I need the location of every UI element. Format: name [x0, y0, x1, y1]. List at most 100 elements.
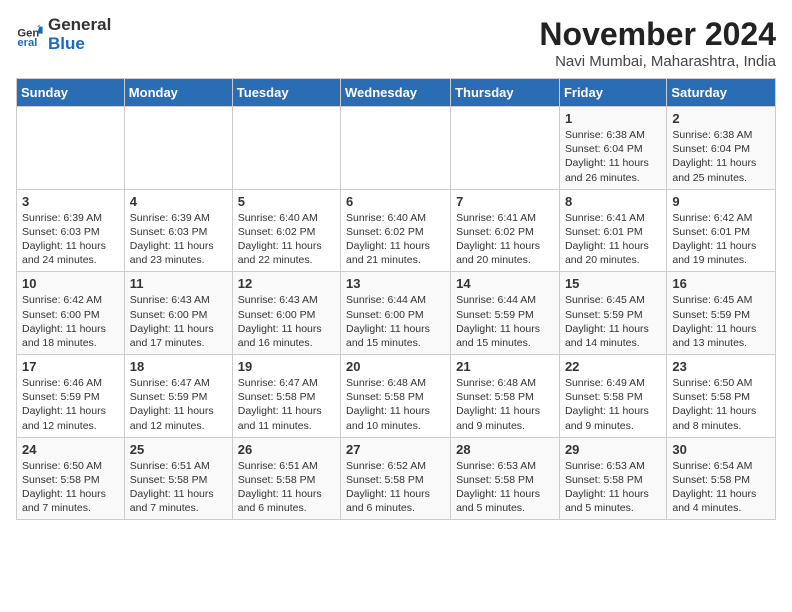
- day-number: 8: [565, 194, 661, 209]
- calendar-cell: 5Sunrise: 6:40 AMSunset: 6:02 PMDaylight…: [232, 189, 340, 272]
- calendar-header-row: SundayMondayTuesdayWednesdayThursdayFrid…: [17, 79, 776, 107]
- day-info: Sunrise: 6:54 AM: [672, 459, 770, 473]
- calendar-cell: 1Sunrise: 6:38 AMSunset: 6:04 PMDaylight…: [559, 107, 666, 190]
- calendar-cell: 27Sunrise: 6:52 AMSunset: 5:58 PMDayligh…: [341, 437, 451, 520]
- logo: Gen eral General Blue: [16, 16, 111, 53]
- calendar-cell: 15Sunrise: 6:45 AMSunset: 5:59 PMDayligh…: [559, 272, 666, 355]
- calendar-cell: 24Sunrise: 6:50 AMSunset: 5:58 PMDayligh…: [17, 437, 125, 520]
- day-info: Sunrise: 6:38 AM: [565, 128, 661, 142]
- day-info: Daylight: 11 hours and 5 minutes.: [456, 487, 554, 515]
- day-info: Daylight: 11 hours and 20 minutes.: [565, 239, 661, 267]
- logo-text-blue: Blue: [48, 35, 111, 54]
- day-info: Sunset: 5:58 PM: [456, 473, 554, 487]
- day-number: 18: [130, 359, 227, 374]
- day-info: Daylight: 11 hours and 12 minutes.: [130, 404, 227, 432]
- day-info: Daylight: 11 hours and 5 minutes.: [565, 487, 661, 515]
- day-info: Daylight: 11 hours and 26 minutes.: [565, 156, 661, 184]
- day-info: Sunset: 6:03 PM: [130, 225, 227, 239]
- day-number: 11: [130, 276, 227, 291]
- day-info: Sunset: 6:01 PM: [672, 225, 770, 239]
- calendar-cell: 16Sunrise: 6:45 AMSunset: 5:59 PMDayligh…: [667, 272, 776, 355]
- calendar-cell: [232, 107, 340, 190]
- day-number: 28: [456, 442, 554, 457]
- day-info: Sunset: 5:58 PM: [672, 473, 770, 487]
- day-info: Sunset: 5:59 PM: [22, 390, 119, 404]
- header-day-friday: Friday: [559, 79, 666, 107]
- day-info: Sunrise: 6:42 AM: [22, 293, 119, 307]
- day-info: Sunset: 6:02 PM: [456, 225, 554, 239]
- day-info: Sunrise: 6:47 AM: [130, 376, 227, 390]
- day-info: Sunset: 6:00 PM: [346, 308, 445, 322]
- calendar-cell: 21Sunrise: 6:48 AMSunset: 5:58 PMDayligh…: [451, 355, 560, 438]
- day-info: Sunrise: 6:45 AM: [672, 293, 770, 307]
- day-number: 3: [22, 194, 119, 209]
- day-number: 15: [565, 276, 661, 291]
- day-info: Daylight: 11 hours and 16 minutes.: [238, 322, 335, 350]
- day-number: 4: [130, 194, 227, 209]
- day-info: Daylight: 11 hours and 10 minutes.: [346, 404, 445, 432]
- calendar-cell: 8Sunrise: 6:41 AMSunset: 6:01 PMDaylight…: [559, 189, 666, 272]
- day-info: Sunrise: 6:48 AM: [456, 376, 554, 390]
- day-info: Daylight: 11 hours and 8 minutes.: [672, 404, 770, 432]
- day-info: Sunset: 6:04 PM: [672, 142, 770, 156]
- calendar-cell: 12 Sunrise: 6:43 AMSunset: 6:00 PMDayligh…: [232, 272, 340, 355]
- day-number: 10: [22, 276, 119, 291]
- day-info: Daylight: 11 hours and 25 minutes.: [672, 156, 770, 184]
- day-info: Sunrise: 6:43 AM: [238, 293, 335, 307]
- calendar-table: SundayMondayTuesdayWednesdayThursdayFrid…: [16, 78, 776, 520]
- day-info: Sunset: 6:02 PM: [238, 225, 335, 239]
- day-info: Sunrise: 6:50 AM: [22, 459, 119, 473]
- calendar-cell: [124, 107, 232, 190]
- calendar-week-4: 17Sunrise: 6:46 AMSunset: 5:59 PMDayligh…: [17, 355, 776, 438]
- calendar-cell: 9Sunrise: 6:42 AMSunset: 6:01 PMDaylight…: [667, 189, 776, 272]
- calendar-cell: 18 Sunrise: 6:47 AMSunset: 5:59 PMDayligh…: [124, 355, 232, 438]
- day-info: Sunset: 5:58 PM: [565, 390, 661, 404]
- day-info: Sunset: 6:00 PM: [238, 308, 335, 322]
- calendar-cell: 30Sunrise: 6:54 AMSunset: 5:58 PMDayligh…: [667, 437, 776, 520]
- day-info: Sunset: 5:58 PM: [565, 473, 661, 487]
- calendar-cell: 10Sunrise: 6:42 AMSunset: 6:00 PMDayligh…: [17, 272, 125, 355]
- calendar-cell: 26Sunrise: 6:51 AMSunset: 5:58 PMDayligh…: [232, 437, 340, 520]
- day-info: Sunset: 5:59 PM: [565, 308, 661, 322]
- day-info: Sunset: 5:59 PM: [130, 390, 227, 404]
- day-info: Sunrise: 6:52 AM: [346, 459, 445, 473]
- day-info: Sunrise: 6:47 AM: [238, 376, 335, 390]
- day-number: 21: [456, 359, 554, 374]
- day-info: Sunrise: 6:51 AM: [238, 459, 335, 473]
- day-info: Daylight: 11 hours and 20 minutes.: [456, 239, 554, 267]
- header-day-thursday: Thursday: [451, 79, 560, 107]
- day-info: Daylight: 11 hours and 17 minutes.: [130, 322, 227, 350]
- day-number: 26: [238, 442, 335, 457]
- calendar-subtitle: Navi Mumbai, Maharashtra, India: [539, 53, 776, 70]
- calendar-cell: 29Sunrise: 6:53 AMSunset: 5:58 PMDayligh…: [559, 437, 666, 520]
- day-info: Daylight: 11 hours and 21 minutes.: [346, 239, 445, 267]
- logo-icon: Gen eral: [16, 21, 44, 49]
- day-info: Sunrise: 6:41 AM: [456, 211, 554, 225]
- day-number: 14: [456, 276, 554, 291]
- calendar-cell: 13Sunrise: 6:44 AMSunset: 6:00 PMDayligh…: [341, 272, 451, 355]
- day-info: Daylight: 11 hours and 24 minutes.: [22, 239, 119, 267]
- day-number: 20: [346, 359, 445, 374]
- day-info: Sunrise: 6:44 AM: [456, 293, 554, 307]
- day-number: 5: [238, 194, 335, 209]
- calendar-cell: [451, 107, 560, 190]
- calendar-title: November 2024: [539, 16, 776, 53]
- day-info: Sunrise: 6:49 AM: [565, 376, 661, 390]
- calendar-body: 1Sunrise: 6:38 AMSunset: 6:04 PMDaylight…: [17, 107, 776, 520]
- calendar-cell: 3Sunrise: 6:39 AMSunset: 6:03 PMDaylight…: [17, 189, 125, 272]
- day-info: Daylight: 11 hours and 4 minutes.: [672, 487, 770, 515]
- day-info: Daylight: 11 hours and 13 minutes.: [672, 322, 770, 350]
- calendar-cell: 20Sunrise: 6:48 AMSunset: 5:58 PMDayligh…: [341, 355, 451, 438]
- calendar-week-3: 10Sunrise: 6:42 AMSunset: 6:00 PMDayligh…: [17, 272, 776, 355]
- day-number: 12: [238, 276, 335, 291]
- calendar-cell: 25Sunrise: 6:51 AMSunset: 5:58 PMDayligh…: [124, 437, 232, 520]
- day-info: Sunset: 6:01 PM: [565, 225, 661, 239]
- day-number: 7: [456, 194, 554, 209]
- calendar-cell: 28 Sunrise: 6:53 AMSunset: 5:58 PMDayligh…: [451, 437, 560, 520]
- day-info: Daylight: 11 hours and 19 minutes.: [672, 239, 770, 267]
- day-info: Sunrise: 6:53 AM: [456, 459, 554, 473]
- day-number: 16: [672, 276, 770, 291]
- day-info: Sunrise: 6:45 AM: [565, 293, 661, 307]
- day-number: 13: [346, 276, 445, 291]
- day-number: 27: [346, 442, 445, 457]
